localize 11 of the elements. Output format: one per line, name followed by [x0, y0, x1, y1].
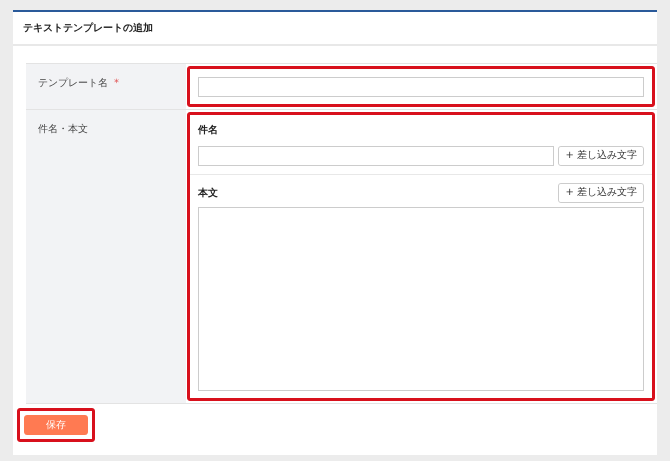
field-label: 本文 [198, 186, 218, 200]
text-area[interactable] [198, 207, 644, 391]
input-field[interactable] [198, 146, 554, 166]
field-label: 件名・本文 [26, 110, 186, 403]
insert-text-button[interactable]: + 差し込み文字 [558, 146, 644, 166]
field-label: 件名 [198, 125, 218, 136]
required-mark: * [114, 78, 119, 89]
page-title: テキストテンプレートの追加 [13, 12, 657, 46]
input-field[interactable] [198, 76, 644, 96]
insert-text-button[interactable]: + 差し込み文字 [558, 183, 644, 203]
field-label: テンプレート名 [38, 78, 108, 89]
